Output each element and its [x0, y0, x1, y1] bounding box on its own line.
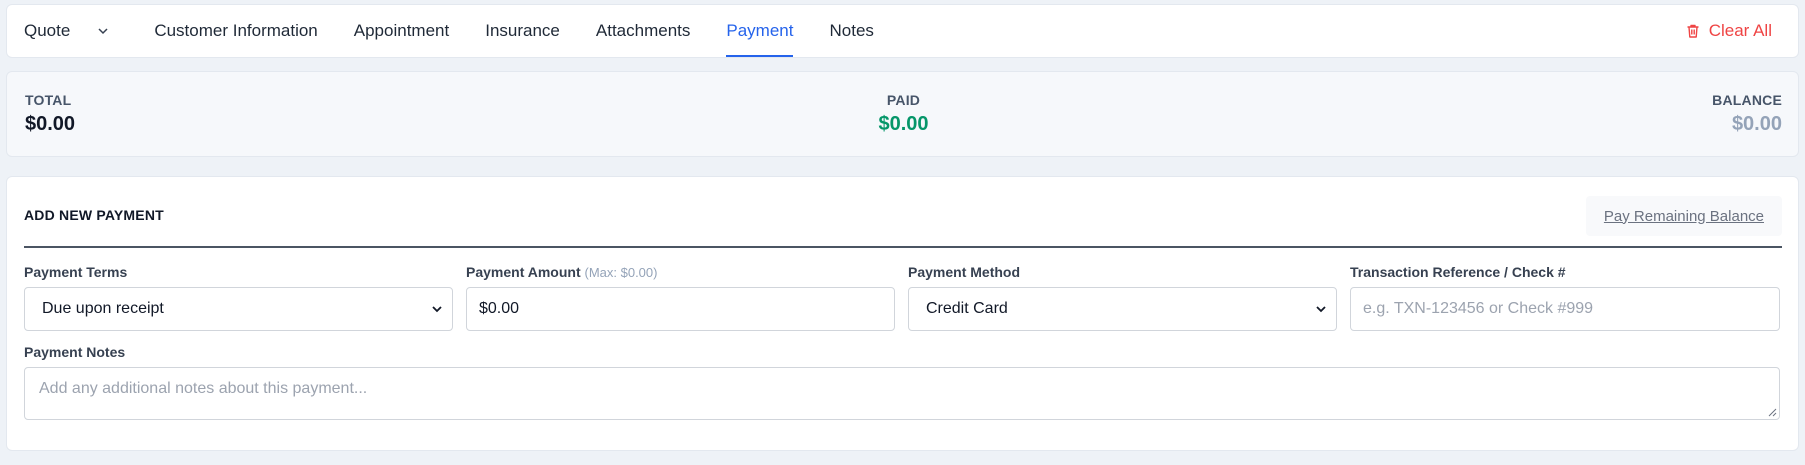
total-value: $0.00 — [25, 113, 76, 135]
total-summary: TOTAL $0.00 — [25, 92, 75, 136]
clear-all-button[interactable]: Clear All — [1685, 5, 1772, 57]
payment-method-select[interactable]: Credit Card — [908, 287, 1337, 331]
resize-handle-icon[interactable] — [1767, 407, 1777, 417]
payment-terms-label: Payment Terms — [24, 264, 128, 280]
transaction-reference-placeholder: e.g. TXN-123456 or Check #999 — [1363, 300, 1594, 317]
payment-amount-label-row: Payment Amount (Max: $0.00) — [466, 264, 895, 282]
balance-label: BALANCE — [1712, 92, 1782, 108]
mode-select[interactable]: Quote — [24, 21, 110, 41]
payment-method-label: Payment Method — [908, 264, 1021, 280]
clear-all-label: Clear All — [1708, 21, 1772, 40]
payment-notes-field: Payment Notes Add any additional notes a… — [24, 344, 1780, 420]
payment-notes-placeholder: Add any additional notes about this paym… — [39, 380, 368, 397]
transaction-reference-field: Transaction Reference / Check # e.g. TXN… — [1350, 264, 1780, 331]
top-navigation-bar: Quote Customer Information Appointment I… — [6, 4, 1799, 58]
transaction-reference-input[interactable]: e.g. TXN-123456 or Check #999 — [1350, 287, 1780, 331]
payment-method-field: Payment Method Credit Card — [908, 264, 1337, 331]
chevron-down-icon — [432, 306, 442, 313]
payment-method-value: Credit Card — [926, 300, 1008, 317]
payment-terms-field: Payment Terms Due upon receipt — [24, 264, 453, 331]
payment-terms-select[interactable]: Due upon receipt — [24, 287, 453, 331]
trash-icon — [1687, 24, 1699, 38]
chevron-down-icon — [98, 28, 108, 35]
payment-terms-value: Due upon receipt — [42, 300, 164, 317]
tab-attachments[interactable]: Attachments — [596, 5, 691, 57]
add-payment-card: ADD NEW PAYMENT Pay Remaining Balance Pa… — [6, 176, 1799, 451]
payment-amount-field: Payment Amount (Max: $0.00) $0.00 — [466, 264, 895, 331]
payment-notes-label: Payment Notes — [24, 344, 126, 360]
chevron-down-icon — [1316, 306, 1326, 313]
tab-insurance[interactable]: Insurance — [485, 5, 560, 57]
transaction-reference-label: Transaction Reference / Check # — [1350, 264, 1566, 280]
section-divider — [24, 246, 1782, 248]
payment-amount-input[interactable]: $0.00 — [466, 287, 895, 331]
pay-remaining-balance-button[interactable]: Pay Remaining Balance — [1585, 196, 1782, 236]
paid-value: $0.00 — [878, 113, 929, 135]
payment-amount-value: $0.00 — [479, 300, 520, 317]
tab-customer-information[interactable]: Customer Information — [154, 5, 317, 57]
total-label: TOTAL — [25, 92, 72, 108]
tab-list: Customer Information Appointment Insuran… — [154, 5, 910, 57]
tab-notes[interactable]: Notes — [829, 5, 873, 57]
paid-summary: PAID $0.00 — [7, 92, 1800, 136]
paid-label: PAID — [886, 92, 921, 108]
mode-select-value: Quote — [24, 21, 71, 40]
balance-value: $0.00 — [1731, 113, 1782, 135]
payment-notes-textarea[interactable]: Add any additional notes about this paym… — [24, 367, 1780, 420]
tab-appointment[interactable]: Appointment — [354, 5, 449, 57]
payment-amount-max-hint: (Max: $0.00) — [584, 265, 658, 280]
balance-summary: BALANCE $0.00 — [1712, 92, 1782, 136]
payment-amount-label: Payment Amount — [466, 264, 581, 280]
add-payment-title: ADD NEW PAYMENT — [24, 207, 164, 223]
tab-payment[interactable]: Payment — [726, 5, 794, 57]
payment-summary: TOTAL $0.00 PAID $0.00 BALANCE $0.00 — [6, 71, 1799, 157]
